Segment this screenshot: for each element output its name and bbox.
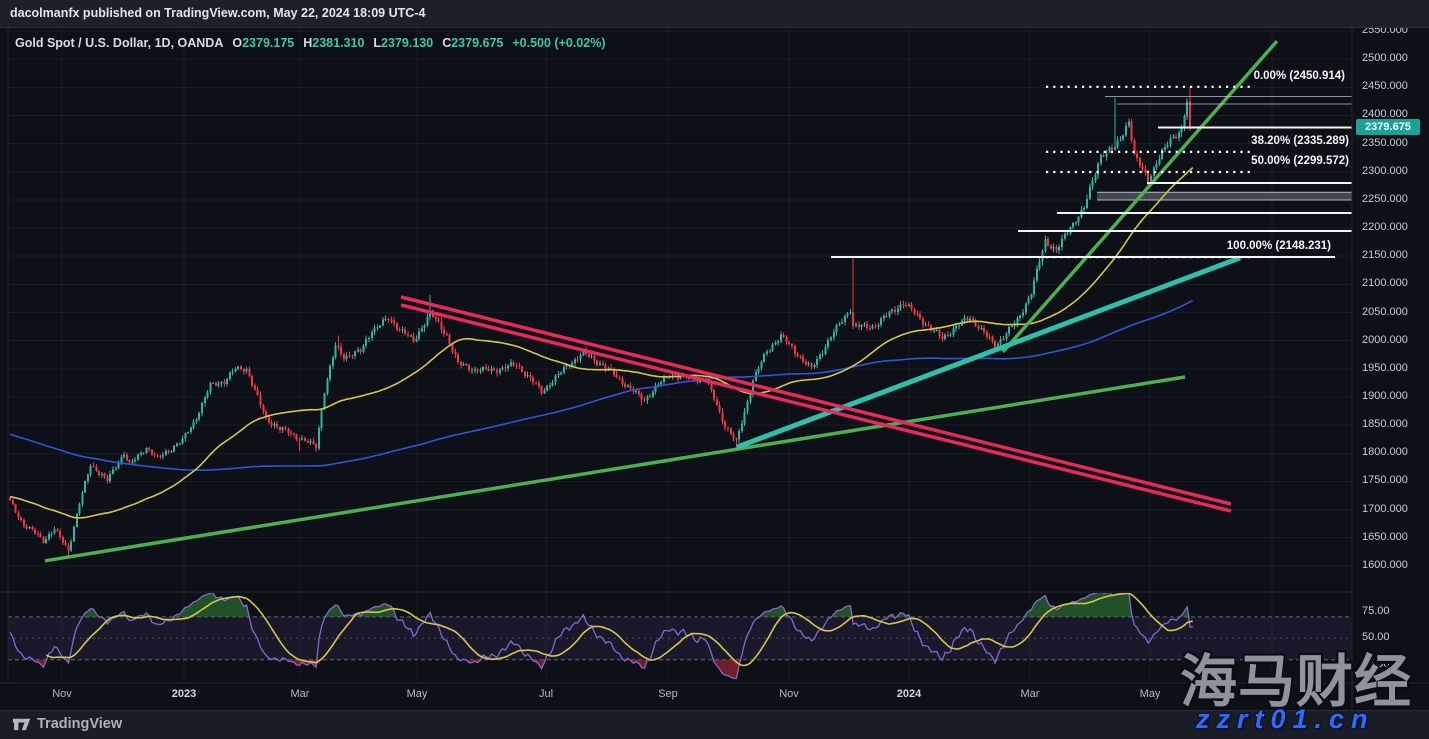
fib-level-label: 100.00% (2148.231) xyxy=(1226,240,1331,252)
price-axis-label: 2350.000 xyxy=(1362,137,1408,149)
symbol-legend[interactable]: Gold Spot / U.S. Dollar, 1D, OANDA O2379… xyxy=(15,36,605,50)
price-axis-label: 1950.000 xyxy=(1362,362,1408,374)
price-axis-label: 2450.000 xyxy=(1362,80,1408,92)
last-price-badge: 2379.675 xyxy=(1356,119,1420,135)
rsi-oversold-fill xyxy=(10,659,1193,679)
time-axis-label: May xyxy=(1139,688,1161,700)
tradingview-logo-icon xyxy=(12,718,31,731)
price-axis-label: 1800.000 xyxy=(1362,446,1408,458)
price-chart-canvas[interactable] xyxy=(0,0,1429,739)
price-axis-label: 2050.000 xyxy=(1362,306,1408,318)
price-axis-label: 2500.000 xyxy=(1362,52,1408,64)
price-axis-label: 1850.000 xyxy=(1362,418,1408,430)
time-axis-label: Mar xyxy=(1020,688,1040,700)
fib-level-label: 38.20% (2335.289) xyxy=(1251,135,1349,147)
change-value: +0.500 (+0.02%) xyxy=(512,36,606,50)
price-axis-label: 2100.000 xyxy=(1362,277,1408,289)
symbol-title[interactable]: Gold Spot / U.S. Dollar, 1D, OANDA xyxy=(15,36,223,50)
time-axis-label: May xyxy=(406,688,428,700)
rsi-axis-label: 75.00 xyxy=(1362,605,1390,617)
grid-layer xyxy=(8,28,1352,683)
price-axis-label: 2300.000 xyxy=(1362,165,1408,177)
time-axis-label: Sep xyxy=(658,688,678,700)
time-axis-label: Nov xyxy=(779,688,799,700)
price-axis-label: 2200.000 xyxy=(1362,221,1408,233)
price-axis-label: 1600.000 xyxy=(1362,559,1408,571)
tradingview-brand[interactable]: TradingView xyxy=(12,715,122,732)
price-axis-label: 1650.000 xyxy=(1362,531,1408,543)
ohlc-close: C2379.675 xyxy=(442,36,504,50)
fib-level-label: 0.00% (2450.914) xyxy=(1253,70,1345,82)
time-axis-label: 2023 xyxy=(171,688,197,700)
rsi-overbought-fill xyxy=(10,593,1193,617)
time-axis-label: Nov xyxy=(52,688,72,700)
price-axis-label: 1700.000 xyxy=(1362,503,1408,515)
publish-info: dacolmanfx published on TradingView.com,… xyxy=(10,6,426,20)
price-axis-label: 2250.000 xyxy=(1362,193,1408,205)
watermark-url: zzrt01.cn xyxy=(1196,704,1375,734)
price-axis-label: 1750.000 xyxy=(1362,474,1408,486)
time-axis-label: Mar xyxy=(290,688,310,700)
tradingview-wordmark: TradingView xyxy=(37,715,123,732)
candles-layer[interactable] xyxy=(9,86,1194,557)
time-axis-label: 2024 xyxy=(896,688,922,700)
ohlc-high: H2381.310 xyxy=(303,36,365,50)
time-axis-label: Jul xyxy=(538,688,554,700)
price-axis-label: 1900.000 xyxy=(1362,390,1408,402)
price-axis-label: 2150.000 xyxy=(1362,249,1408,261)
price-axis-label: 2000.000 xyxy=(1362,334,1408,346)
trendline-teal[interactable] xyxy=(736,255,1241,450)
ohlc-open: O2379.175 xyxy=(232,36,295,50)
ohlc-low: L2379.130 xyxy=(373,36,434,50)
supply-zone[interactable] xyxy=(1097,191,1352,201)
fib-level-label: 50.00% (2299.572) xyxy=(1251,155,1349,167)
publish-header: dacolmanfx published on TradingView.com,… xyxy=(0,0,1429,28)
trendline-channel-pink-upper[interactable] xyxy=(400,295,1232,506)
